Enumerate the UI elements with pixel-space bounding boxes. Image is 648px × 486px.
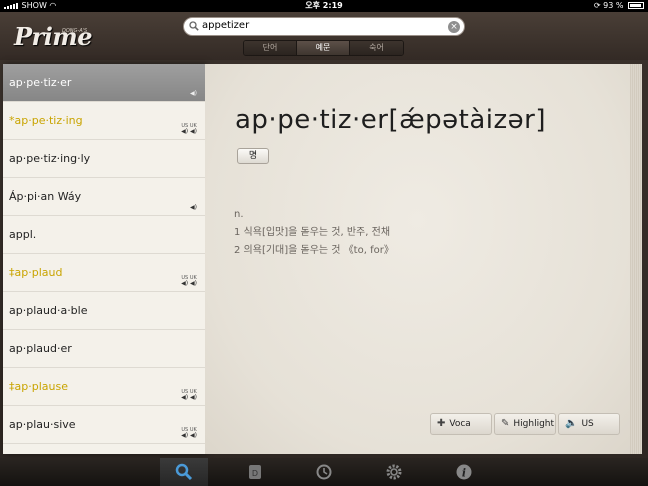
info-icon: i — [456, 464, 472, 480]
tab-info[interactable]: i — [440, 458, 488, 486]
word-list-item[interactable]: Áp·pi·an Wáy ◀) — [3, 178, 205, 216]
word-list-item-label: ap·plau·sive — [9, 418, 76, 431]
app-logo-subtitle: DONG-A'S — [62, 28, 88, 34]
word-list-item[interactable]: ‡ap·plaud US UK ◀) ◀) — [3, 254, 205, 292]
word-list-item-label: ‡ap·plaud — [9, 266, 63, 279]
audio-available-icon: ◀) — [190, 90, 197, 97]
sense-1: 1 식욕[입맛]을 돋우는 것, 반주, 전채 — [234, 227, 391, 238]
history-icon — [316, 464, 332, 480]
search-icon — [189, 21, 199, 31]
dictionary-icon: D — [249, 465, 261, 479]
word-list-item-label: ‡ap·plause — [9, 380, 68, 393]
tab-history[interactable] — [300, 458, 348, 486]
dictionary-app: SHOW ◠ 오후 2:19 ⟳ 93 % Prime DONG-A'S app… — [0, 0, 648, 486]
word-list-item-label: ap·plaud·a·ble — [9, 304, 88, 317]
search-mode-segmented-control: 단어 예문 숙어 — [243, 40, 404, 56]
word-list-item-label: *ap·pe·tiz·ing — [9, 114, 83, 127]
entry-pos: n. — [234, 209, 244, 220]
sense-2: 2 의욕[기대]을 돋우는 것 《to, for》 — [234, 245, 394, 256]
segment-examples[interactable]: 예문 — [297, 41, 350, 55]
word-list-item[interactable]: appl. — [3, 216, 205, 254]
part-of-speech-button[interactable]: 명 — [237, 148, 269, 164]
clock: 오후 2:19 — [305, 1, 343, 10]
battery-percent: 93 % — [603, 1, 624, 10]
audio-available-icon: US UK ◀) ◀) — [181, 389, 197, 401]
status-bar: SHOW ◠ 오후 2:19 ⟳ 93 % — [0, 0, 648, 12]
audio-available-icon: ◀) — [190, 204, 197, 211]
battery-status: ⟳ 93 % — [594, 0, 644, 12]
settings-icon — [386, 464, 402, 480]
word-list-item-label: ap·plaud·er — [9, 342, 72, 355]
svg-text:i: i — [462, 467, 466, 480]
word-list-item[interactable]: ap·plau·sive US UK ◀) ◀) — [3, 406, 205, 444]
lock-rotation-icon: ⟳ — [593, 1, 601, 10]
pronounce-us-button[interactable]: 🔈 US — [558, 413, 620, 435]
entry-toolbar: ✚ Voca ✎ Highlight 🔈 US — [430, 413, 620, 435]
tab-bar: D i — [0, 458, 648, 486]
word-list-item[interactable]: ‡ap·plause US UK ◀) ◀) — [3, 368, 205, 406]
audio-available-icon: US UK ◀) ◀) — [181, 123, 197, 135]
entry-definition: n. 1 식욕[입맛]을 돋우는 것, 반주, 전채 2 의욕[기대]을 돋우는… — [234, 206, 394, 260]
page-edge — [630, 64, 642, 454]
speaker-icon: 🔈 — [565, 418, 578, 429]
tab-dictionary[interactable]: D — [231, 458, 279, 486]
tab-settings[interactable] — [370, 458, 418, 486]
voca-add-icon: ✚ — [437, 418, 446, 429]
word-list-item-label: appl. — [9, 228, 37, 241]
voca-label: Voca — [449, 419, 471, 429]
app-logo: Prime — [14, 22, 92, 51]
entry-headword: ap·pe·tiz·er[ǽpətàizər] — [235, 105, 546, 135]
tab-search[interactable] — [160, 458, 208, 486]
word-list-item-label: ap·pe·tiz·ing·ly — [9, 152, 91, 165]
search-icon — [175, 463, 193, 481]
highlighter-icon: ✎ — [501, 418, 510, 429]
word-list-item[interactable]: *ap·pe·tiz·ing US UK ◀) ◀) — [3, 102, 205, 140]
audio-available-icon: US UK ◀) ◀) — [181, 275, 197, 287]
word-list-item-label: ap·pe·tiz·er — [9, 76, 72, 89]
word-list-item[interactable]: ap·plaud·a·ble — [3, 292, 205, 330]
segment-words[interactable]: 단어 — [244, 41, 297, 55]
search-input[interactable]: appetizer — [202, 20, 249, 31]
highlight-button[interactable]: ✎ Highlight — [494, 413, 556, 435]
app-header: Prime DONG-A'S appetizer × 단어 예문 숙어 — [0, 12, 648, 60]
clear-search-icon[interactable]: × — [448, 21, 460, 33]
svg-text:D: D — [252, 469, 258, 478]
word-list-item[interactable]: ap·plaud·er — [3, 330, 205, 368]
segment-idioms[interactable]: 숙어 — [350, 41, 403, 55]
voca-button[interactable]: ✚ Voca — [430, 413, 492, 435]
word-list-item[interactable]: ap·pe·tiz·ing·ly — [3, 140, 205, 178]
word-list-item-label: Áp·pi·an Wáy — [9, 190, 82, 203]
us-label: US — [581, 419, 594, 429]
word-list: ap·pe·tiz·er ◀) *ap·pe·tiz·ing US UK ◀) ◀) ap… — [3, 64, 205, 454]
battery-icon — [628, 2, 644, 9]
word-list-item[interactable]: ap·pe·tiz·er ◀) — [3, 64, 205, 102]
highlight-label: Highlight — [513, 419, 555, 429]
audio-available-icon: US UK ◀) ◀) — [181, 427, 197, 439]
search-field[interactable]: appetizer × — [183, 17, 465, 36]
